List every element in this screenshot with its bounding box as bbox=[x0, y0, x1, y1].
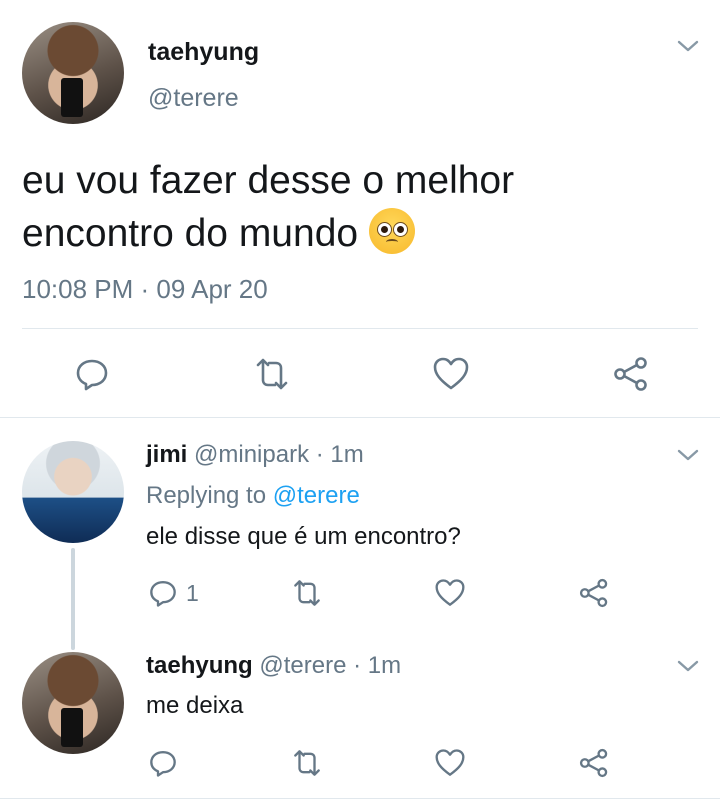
like-button[interactable] bbox=[434, 748, 466, 778]
main-tweet-text-line1: eu vou fazer desse o melhor bbox=[22, 159, 515, 202]
divider bbox=[22, 328, 698, 329]
retweet-button[interactable] bbox=[290, 578, 324, 608]
reply-time: · 1m bbox=[353, 652, 402, 679]
like-button[interactable] bbox=[434, 578, 466, 608]
share-button[interactable] bbox=[612, 356, 650, 392]
reply-icon bbox=[76, 359, 108, 391]
reply-handle[interactable]: @terere bbox=[259, 652, 346, 679]
avatar-taehyung[interactable] bbox=[22, 652, 124, 754]
avatar-photo-detail bbox=[60, 78, 84, 117]
reply-handle[interactable]: @minipark bbox=[194, 441, 309, 468]
retweet-icon bbox=[294, 750, 320, 776]
reply-button[interactable] bbox=[148, 748, 178, 778]
reply-display-name[interactable]: jimi bbox=[146, 441, 187, 468]
pleading-face-emoji-icon bbox=[368, 208, 415, 254]
reply-header: taehyung @terere · 1m bbox=[146, 652, 401, 680]
reply-header: jimi @minipark · 1m bbox=[146, 441, 364, 469]
divider bbox=[0, 798, 720, 799]
main-tweet-display-name[interactable]: taehyung bbox=[148, 38, 259, 67]
reply-icon bbox=[150, 751, 176, 777]
reply-icon bbox=[150, 581, 176, 607]
heart-icon bbox=[435, 749, 465, 776]
chevron-down-icon[interactable] bbox=[676, 447, 700, 468]
like-button[interactable] bbox=[432, 356, 470, 392]
retweet-icon bbox=[256, 358, 288, 390]
reply-display-name[interactable]: taehyung bbox=[146, 652, 253, 679]
chevron-down-icon[interactable] bbox=[676, 38, 700, 59]
retweet-icon bbox=[294, 580, 320, 606]
thread-connector-line bbox=[71, 548, 75, 650]
heart-icon bbox=[433, 357, 469, 390]
reply-text: ele disse que é um encontro? bbox=[146, 523, 461, 550]
share-button[interactable] bbox=[578, 748, 610, 778]
reply-count: 1 bbox=[186, 579, 199, 606]
replying-to-line: Replying to @terere bbox=[146, 482, 360, 510]
share-button[interactable] bbox=[578, 578, 610, 608]
retweet-button[interactable] bbox=[290, 748, 324, 778]
share-icon bbox=[579, 578, 608, 608]
avatar-photo-detail bbox=[60, 708, 84, 747]
share-icon bbox=[579, 748, 608, 778]
main-tweet-handle[interactable]: @terere bbox=[148, 84, 239, 113]
chevron-down-icon[interactable] bbox=[676, 658, 700, 679]
replying-to-prefix: Replying to bbox=[146, 482, 267, 509]
retweet-button[interactable] bbox=[252, 356, 292, 392]
heart-icon bbox=[435, 579, 465, 606]
divider bbox=[0, 417, 720, 418]
share-icon bbox=[614, 357, 647, 391]
reply-text: me deixa bbox=[146, 692, 244, 719]
reply-button[interactable] bbox=[74, 356, 110, 392]
avatar-jimi[interactable] bbox=[22, 441, 124, 543]
reply-time: · 1m bbox=[315, 441, 364, 468]
reply-button[interactable]: 1 bbox=[148, 578, 199, 608]
main-tweet-text-line2-content: encontro do mundo bbox=[22, 212, 359, 255]
main-tweet-timestamp[interactable]: 10:08 PM · 09 Apr 20 bbox=[22, 274, 268, 305]
avatar-taehyung[interactable] bbox=[22, 22, 124, 124]
main-tweet-text-line2: encontro do mundo bbox=[22, 207, 514, 260]
main-tweet-text: eu vou fazer desse o melhor encontro do … bbox=[22, 154, 514, 260]
replying-to-handle[interactable]: @terere bbox=[273, 482, 360, 509]
